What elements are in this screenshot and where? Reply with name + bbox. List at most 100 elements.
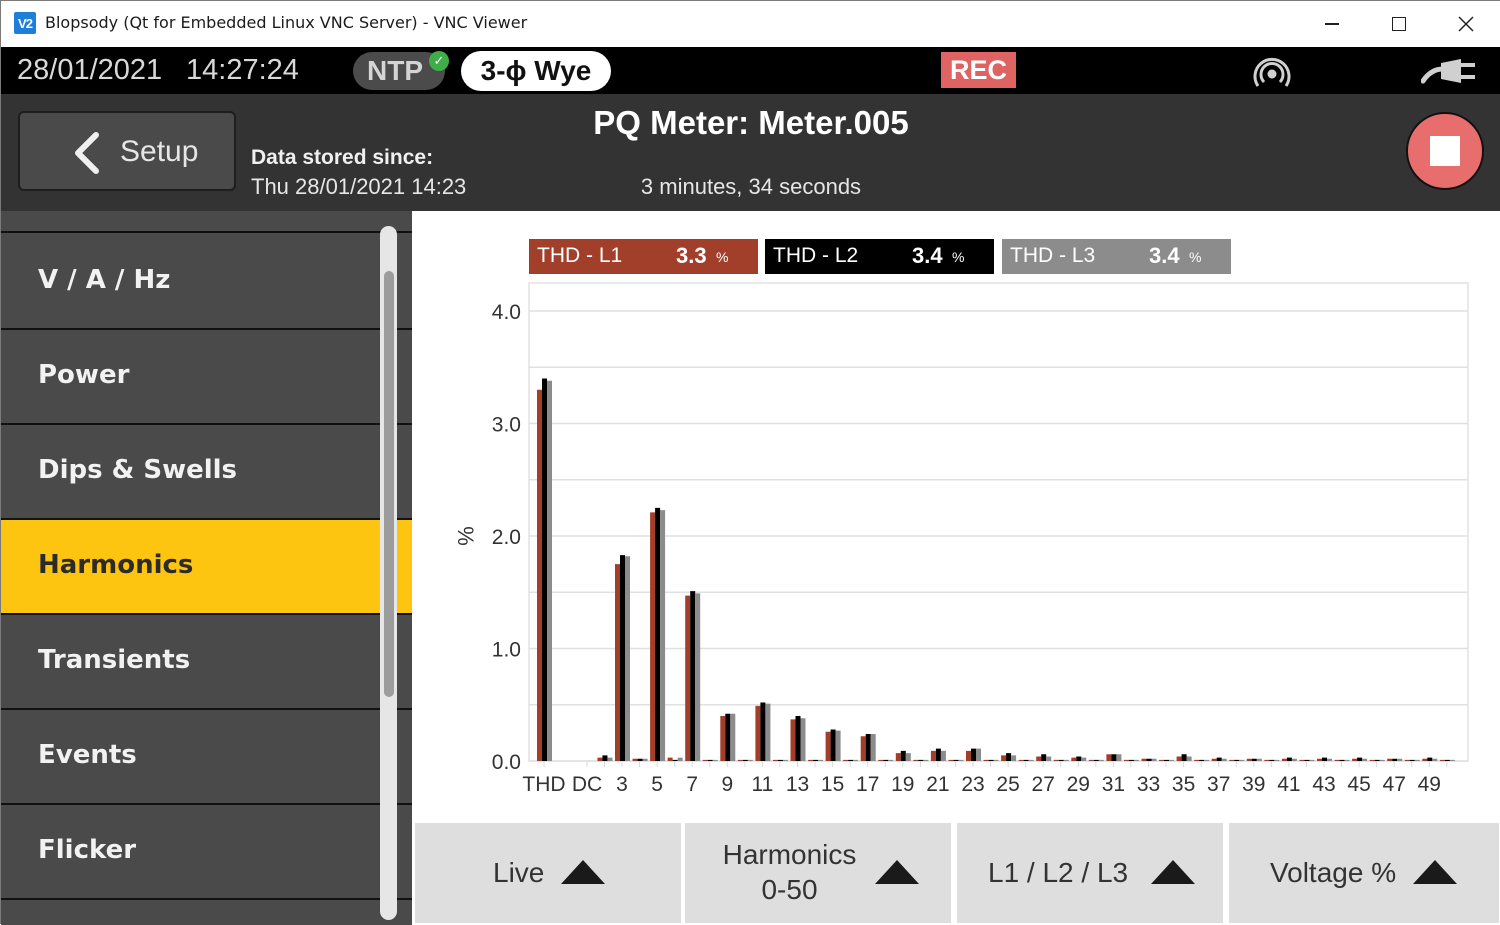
bar-l1-32	[1123, 759, 1129, 761]
x-tick-label: 37	[1207, 773, 1230, 796]
sidebar-item-label: Power	[38, 360, 130, 390]
sidebar-item-transients[interactable]: Transients	[1, 615, 412, 710]
bar-l2-43	[1322, 757, 1327, 761]
bar-l1-30	[1088, 759, 1094, 761]
x-tick-label: 15	[821, 773, 844, 796]
bar-l2-41	[1286, 757, 1292, 761]
bar-l2-12	[777, 759, 783, 761]
bar-l3-49	[1432, 758, 1438, 761]
wiring-config-badge[interactable]: 3-ϕ Wye	[461, 51, 611, 91]
bar-l3-18	[888, 759, 894, 761]
bar-l2-14	[813, 759, 819, 761]
bar-l3-26	[1028, 759, 1034, 761]
bar-l1-31	[1106, 754, 1112, 761]
bar-l2-2	[602, 755, 608, 761]
bar-l1-44	[1334, 759, 1340, 761]
bar-l1-38	[1229, 759, 1235, 761]
bar-l1-42	[1299, 759, 1305, 761]
x-tick-label: 25	[996, 773, 1019, 796]
bar-l1-3	[615, 564, 620, 761]
bar-l1-47	[1387, 758, 1393, 761]
sidebar-item-label: Dips & Swells	[38, 455, 238, 485]
setup-back-button[interactable]: Setup	[18, 111, 236, 191]
sidebar-item-events[interactable]: Events	[1, 710, 412, 805]
check-icon: ✓	[429, 51, 449, 71]
bar-l2-16	[848, 759, 854, 761]
bar-l2-22	[953, 759, 959, 761]
bar-l2-48	[1409, 759, 1415, 761]
bar-l2-49	[1427, 757, 1433, 761]
live-mode-button[interactable]: Live	[415, 823, 681, 923]
bar-l3-15	[835, 730, 841, 761]
sidebar-scrollbar-thumb[interactable]	[384, 271, 394, 697]
bar-l2-4	[637, 758, 643, 761]
bar-l1-19	[895, 753, 901, 761]
bar-l1-29	[1071, 757, 1077, 761]
x-tick-label: 29	[1067, 773, 1090, 796]
sidebar-item-label: V / A / Hz	[38, 265, 171, 295]
bar-l3-7	[695, 593, 701, 761]
bar-l1-34	[1159, 759, 1165, 761]
bar-l2-thd	[542, 378, 547, 761]
minimize-icon	[1325, 23, 1339, 25]
x-tick-label: DC	[572, 773, 602, 796]
harmonics-range-button[interactable]: Harmonics 0-50	[685, 823, 951, 923]
bar-l1-39	[1246, 758, 1252, 761]
bar-l2-21	[935, 748, 941, 761]
bar-l1-35	[1176, 756, 1182, 761]
bar-l3-42	[1309, 759, 1315, 761]
bar-l3-30	[1098, 759, 1104, 761]
sidebar-item-label: Harmonics	[38, 550, 194, 580]
bar-l1-11	[755, 705, 761, 761]
x-tick-label: 7	[686, 773, 698, 796]
sidebar-item-label: Transients	[38, 645, 191, 675]
bar-l2-37	[1216, 757, 1222, 761]
bar-l2-8	[707, 759, 713, 761]
bar-l2-31	[1111, 754, 1117, 761]
bar-l3-47	[1397, 758, 1403, 761]
x-tick-label: 39	[1242, 773, 1265, 796]
bar-l2-40	[1269, 759, 1275, 761]
bar-l3-13	[800, 718, 806, 761]
x-tick-label: 9	[721, 773, 733, 796]
sidebar-item-flicker[interactable]: Flicker	[1, 805, 412, 900]
bar-l2-45	[1357, 757, 1363, 761]
x-tick-label: 13	[786, 773, 809, 796]
unit-select-button[interactable]: Voltage %	[1229, 823, 1499, 923]
status-date: 28/01/2021	[17, 54, 163, 86]
harmonics-chart-panel: THD - L1 3.3 % THD - L2 3.4 % THD - L3 3…	[412, 211, 1500, 823]
y-tick-label: 0.0	[492, 751, 521, 774]
vnc-viewer-window: V2 Blopsody (Qt for Embedded Linux VNC S…	[0, 0, 1500, 925]
sidebar-item-harmonics[interactable]: Harmonics	[1, 520, 412, 615]
bar-l3-22	[958, 759, 964, 761]
bar-l2-11	[760, 702, 766, 761]
sidebar-item-dips-swells[interactable]: Dips & Swells	[1, 425, 412, 520]
voltage-label: Voltage %	[1270, 857, 1397, 888]
bar-l1-thd	[537, 389, 542, 761]
y-tick-label: 3.0	[492, 414, 521, 437]
sidebar-item-power[interactable]: Power	[1, 330, 412, 425]
maximize-button[interactable]	[1366, 1, 1432, 47]
bar-l1-15	[825, 731, 831, 761]
bar-l2-28	[1058, 759, 1064, 761]
bar-l3-thd	[547, 380, 552, 761]
close-button[interactable]	[1433, 1, 1499, 47]
bar-l3-27	[1046, 756, 1052, 761]
power-plug-icon	[1421, 59, 1475, 84]
bar-l2-42	[1304, 759, 1310, 761]
bar-l3-5	[660, 510, 666, 761]
stop-recording-button[interactable]	[1406, 112, 1484, 190]
sidebar-item-v-a-hz[interactable]: V / A / Hz	[1, 235, 412, 330]
triangle-up-icon	[875, 860, 919, 884]
plot-frame	[528, 282, 1469, 762]
live-label: Live	[493, 857, 545, 888]
bar-l1-13	[790, 719, 796, 761]
x-tick-label: 35	[1172, 773, 1195, 796]
bar-l3-38	[1239, 759, 1245, 761]
minimize-button[interactable]	[1299, 1, 1365, 47]
status-bar: 28/01/2021 14:27:24 NTP ✓ 3-ϕ Wye REC	[1, 47, 1500, 94]
x-tick-label: 11	[751, 773, 773, 796]
bar-l2-15	[830, 729, 836, 761]
phase-select-button[interactable]: L1 / L2 / L3	[957, 823, 1223, 923]
x-tick-label: THD	[522, 773, 565, 796]
